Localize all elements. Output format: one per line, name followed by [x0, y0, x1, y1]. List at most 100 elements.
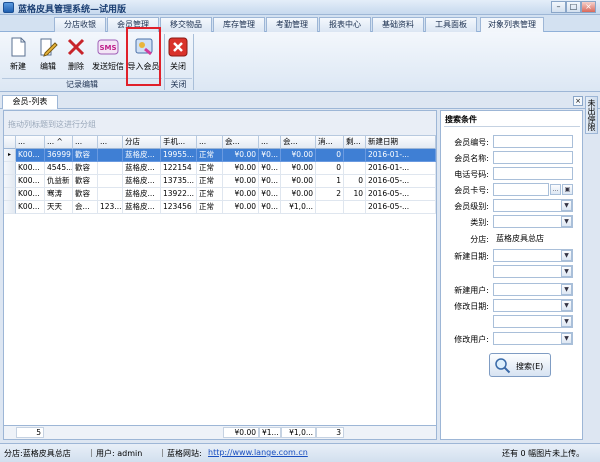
table-cell: ¥0.00 [281, 188, 316, 201]
sms-icon: SMS [97, 39, 119, 55]
table-cell: 歡容 [73, 188, 98, 201]
chevron-down-icon[interactable]: ▼ [561, 333, 572, 344]
table-cell: 蓝格皮... [123, 175, 161, 188]
table-cell: 123... [98, 201, 123, 214]
chevron-down-icon[interactable]: ▼ [561, 300, 572, 311]
member-name-input[interactable] [493, 151, 573, 164]
tab-inventory[interactable]: 库存管理 [213, 17, 265, 32]
column-header[interactable]: ... [259, 136, 281, 149]
search-button-label: 搜索(E) [516, 362, 544, 371]
table-cell: K00... [16, 188, 45, 201]
table-cell: 2016-05-... [366, 188, 436, 201]
status-bar: 分店:蓝格皮具总店 | 用户: admin | 蓝格网站: http://www… [0, 443, 600, 462]
table-cell: ¥0.00 [281, 162, 316, 175]
modified-user-label: 修改用户: [454, 335, 489, 344]
minimize-button[interactable]: – [551, 1, 566, 13]
summary-cell: 3 [316, 427, 344, 438]
tab-attendance[interactable]: 考勤管理 [266, 17, 318, 32]
created-user-label: 新建用户: [454, 286, 489, 295]
divider [444, 126, 580, 127]
tab-store-checkout[interactable]: 分店收银 [54, 17, 106, 32]
tab-tools[interactable]: 工具面板 [425, 17, 477, 32]
modified-date-label: 修改日期: [454, 302, 489, 311]
table-cell: 1 [316, 175, 344, 188]
table-cell: K00... [16, 162, 45, 175]
column-header[interactable]: 手机... [161, 136, 197, 149]
tab-basic-data[interactable]: 基础资料 [372, 17, 424, 32]
table-cell: 正常 [197, 175, 223, 188]
edit-button[interactable]: 编辑 [34, 34, 62, 76]
table-cell: ¥0.00 [281, 175, 316, 188]
website-link[interactable]: http://www.lange.com.cn [208, 448, 308, 457]
table-cell: 正常 [197, 188, 223, 201]
app-icon [3, 2, 14, 13]
search-button[interactable]: 搜索(E) [489, 353, 551, 377]
send-sms-button[interactable]: SMS 发送短信 [91, 34, 125, 76]
delete-button[interactable]: 删除 [62, 34, 90, 76]
table-cell: 仇益新 [45, 175, 73, 188]
column-header[interactable]: 会... [223, 136, 259, 149]
restore-button[interactable]: □ [566, 1, 581, 13]
status-separator: | [90, 448, 93, 457]
table-cell: 正常 [197, 149, 223, 162]
tab-item-transfer[interactable]: 移交物品 [160, 17, 212, 32]
table-cell: 会... [73, 201, 98, 214]
table-cell: 0 [344, 175, 366, 188]
table-cell [344, 149, 366, 162]
table-cell: 2016-01-... [366, 149, 436, 162]
table-cell [98, 162, 123, 175]
table-cell: ¥0.00 [223, 201, 259, 214]
close-window-button[interactable]: × [581, 1, 596, 13]
table-cell: 天天 [45, 201, 73, 214]
table-cell: ¥0... [259, 162, 281, 175]
title-bar: 蓝格皮具管理系统—试用版 – □ × [0, 0, 600, 15]
close-list-button[interactable]: 关闭 [166, 34, 190, 76]
table-row[interactable]: ▸ K00... 36999 歡容 蓝格皮... 19955... 正常 ¥0.… [4, 149, 436, 162]
chevron-down-icon[interactable]: ▼ [561, 266, 572, 277]
row-indicator [4, 201, 16, 214]
edit-label: 编辑 [40, 62, 56, 71]
column-header[interactable]: ... ^ [45, 136, 73, 149]
table-cell: 10 [344, 188, 366, 201]
browse-button[interactable]: ... [550, 184, 561, 195]
table-row[interactable]: K00... 4545... 歡容 蓝格皮... 122154 正常 ¥0.00… [4, 162, 436, 175]
chevron-down-icon[interactable]: ▼ [561, 200, 572, 211]
new-button[interactable]: 新建 [4, 34, 32, 76]
table-cell: 蓝格皮... [123, 188, 161, 201]
phone-input[interactable] [493, 167, 573, 180]
column-header[interactable]: 新建日期 [366, 136, 436, 149]
tab-object-list[interactable]: 对象列表管理 [480, 17, 544, 33]
grid-summary-footer: 5 ¥0.00 ¥1... ¥1,0... 3 [4, 425, 436, 439]
new-label: 新建 [10, 62, 26, 71]
card-number-input[interactable] [493, 183, 549, 196]
table-row[interactable]: K00... 仇益新 歡容 蓝格皮... 13735... 正常 ¥0.00 ¥… [4, 175, 436, 188]
search-icon [495, 358, 511, 374]
table-cell: 歡容 [73, 149, 98, 162]
column-header[interactable]: 分店 [123, 136, 161, 149]
column-header[interactable]: ... [197, 136, 223, 149]
close-document-button[interactable]: × [573, 96, 583, 106]
table-cell: 0 [316, 149, 344, 162]
chevron-down-icon[interactable]: ▼ [561, 284, 572, 295]
column-header[interactable]: 剩... [344, 136, 366, 149]
table-cell: 13735... [161, 175, 197, 188]
tab-member-list[interactable]: 会员-列表 [2, 95, 58, 109]
card-reader-icon[interactable]: ▣ [562, 184, 573, 195]
column-header[interactable]: ... [16, 136, 45, 149]
table-row[interactable]: K00... 骞涛 歡容 蓝格皮... 13922... 正常 ¥0.00 ¥0… [4, 188, 436, 201]
side-panel-handle[interactable]: 未出停限 [585, 96, 598, 134]
table-cell: 正常 [197, 162, 223, 175]
table-cell: K00... [16, 175, 45, 188]
member-id-input[interactable] [493, 135, 573, 148]
column-header[interactable]: 消... [316, 136, 344, 149]
member-level-label: 会员级别: [454, 202, 489, 211]
table-row[interactable]: K00... 天天 会... 123... 蓝格皮... 123456 正常 ¥… [4, 201, 436, 214]
tab-reports[interactable]: 报表中心 [319, 17, 371, 32]
column-header[interactable]: ... [98, 136, 123, 149]
chevron-down-icon[interactable]: ▼ [561, 216, 572, 227]
chevron-down-icon[interactable]: ▼ [561, 250, 572, 261]
column-header[interactable]: ... [73, 136, 98, 149]
column-header[interactable]: 会... [281, 136, 316, 149]
chevron-down-icon[interactable]: ▼ [561, 316, 572, 327]
status-site-label: 蓝格网站: [167, 449, 202, 458]
